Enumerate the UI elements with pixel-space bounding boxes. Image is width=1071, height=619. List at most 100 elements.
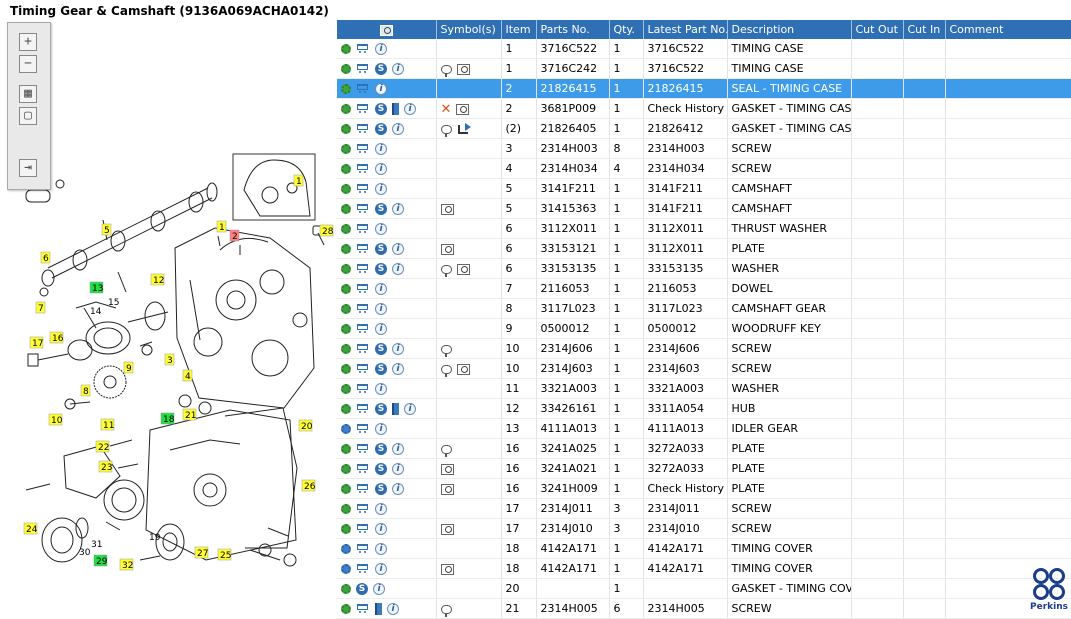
zoom-out-button[interactable]: − (19, 55, 37, 73)
table-row[interactable]: Si (2) 21826405 1 21826412 GASKET - TIMING CA… (337, 118, 1071, 139)
comment-bubble-icon[interactable] (440, 264, 452, 277)
cart-icon[interactable] (356, 544, 370, 554)
gear-icon[interactable] (341, 404, 351, 414)
table-row[interactable]: i 2 21826415 1 21826415 SEAL - TIMING CASE (337, 78, 1071, 99)
comment-bubble-icon[interactable] (440, 124, 452, 137)
table-row[interactable]: i 13 4111A013 1 4111A013 IDLER GEAR (337, 418, 1071, 439)
gear-icon[interactable] (341, 464, 351, 474)
service-s-icon[interactable]: S (375, 103, 387, 115)
gear-icon[interactable] (341, 524, 351, 534)
cart-icon[interactable] (356, 204, 370, 214)
magnifier-icon[interactable] (456, 263, 470, 275)
cart-icon[interactable] (356, 64, 370, 74)
service-s-icon[interactable]: S (375, 443, 387, 455)
cart-icon[interactable] (356, 384, 370, 394)
table-row[interactable]: Si 6 33153135 1 33153135 WASHER (337, 258, 1071, 279)
comment-bubble-icon[interactable] (440, 364, 452, 377)
table-row[interactable]: i 17 2314J011 3 2314J011 SCREW (337, 498, 1071, 519)
comment-bubble-icon[interactable] (440, 64, 452, 77)
zoom-in-button[interactable]: + (19, 33, 37, 51)
comment-bubble-icon[interactable] (440, 604, 452, 617)
gear-icon[interactable] (341, 344, 351, 354)
cart-icon[interactable] (356, 144, 370, 154)
actual-size-button[interactable]: ▢ (19, 107, 37, 125)
table-row[interactable]: i 3 2314H003 8 2314H003 SCREW (337, 138, 1071, 159)
cart-icon[interactable] (356, 564, 370, 574)
info-icon[interactable]: i (392, 483, 404, 495)
info-icon[interactable]: i (375, 163, 387, 175)
cart-icon[interactable] (356, 464, 370, 474)
callout-10[interactable]: 10 (48, 413, 63, 426)
book-icon[interactable] (392, 103, 399, 115)
cart-icon[interactable] (356, 484, 370, 494)
cart-icon[interactable] (356, 604, 370, 614)
fit-view-button[interactable]: ▦ (19, 85, 37, 103)
service-s-icon[interactable]: S (375, 243, 387, 255)
gear-icon[interactable] (341, 144, 351, 154)
cross-icon[interactable]: ✕ (441, 103, 452, 116)
info-icon[interactable]: i (404, 103, 416, 115)
gear-assembly-icon[interactable] (341, 564, 351, 574)
column-header-item[interactable]: Item (501, 20, 537, 39)
cart-icon[interactable] (356, 324, 370, 334)
callout-21[interactable]: 21 (182, 408, 196, 421)
gear-icon[interactable] (341, 264, 351, 274)
cart-icon[interactable] (356, 264, 370, 274)
service-s-icon[interactable]: S (356, 583, 368, 595)
callout-9[interactable]: 9 (123, 361, 134, 374)
column-header-description[interactable]: Description (727, 20, 852, 39)
info-icon[interactable]: i (392, 203, 404, 215)
callout-22[interactable]: 22 (95, 440, 109, 453)
comment-bubble-icon[interactable] (440, 444, 452, 457)
cart-icon[interactable] (356, 184, 370, 194)
table-row[interactable]: i 18 4142A171 1 4142A171 TIMING COVER (337, 558, 1071, 579)
callout-16[interactable]: 16 (49, 331, 64, 344)
info-icon[interactable]: i (375, 283, 387, 295)
magnifier-icon[interactable] (456, 63, 470, 75)
info-icon[interactable]: i (404, 403, 416, 415)
table-row[interactable]: i 18 4142A171 1 4142A171 TIMING COVER (337, 538, 1071, 559)
table-row[interactable]: Si 16 3241A025 1 3272A033 PLATE (337, 438, 1071, 459)
gear-assembly-icon[interactable] (341, 424, 351, 434)
service-s-icon[interactable]: S (375, 363, 387, 375)
table-row[interactable]: i 5 3141F211 1 3141F211 CAMSHAFT (337, 178, 1071, 199)
magnifier-icon[interactable] (379, 24, 393, 36)
info-icon[interactable]: i (392, 463, 404, 475)
book-icon[interactable] (375, 603, 382, 615)
info-icon[interactable]: i (375, 223, 387, 235)
cart-icon[interactable] (356, 424, 370, 434)
cart-icon[interactable] (356, 244, 370, 254)
info-icon[interactable]: i (373, 583, 385, 595)
cart-icon[interactable] (356, 504, 370, 514)
info-icon[interactable]: i (375, 143, 387, 155)
gear-icon[interactable] (341, 284, 351, 294)
cart-icon[interactable] (356, 344, 370, 354)
gear-icon[interactable] (341, 64, 351, 74)
table-row[interactable]: Si 1 3716C242 1 3716C522 TIMING CASE (337, 58, 1071, 79)
callout-30[interactable]: 30 (79, 548, 91, 558)
gear-icon[interactable] (341, 324, 351, 334)
info-icon[interactable]: i (375, 83, 387, 95)
book-icon[interactable] (392, 403, 399, 415)
service-s-icon[interactable]: S (375, 203, 387, 215)
column-header-cut-in[interactable]: Cut In (903, 20, 946, 39)
cart-icon[interactable] (356, 84, 370, 94)
column-header-cut-out[interactable]: Cut Out (851, 20, 904, 39)
info-icon[interactable]: i (375, 423, 387, 435)
info-icon[interactable]: i (392, 243, 404, 255)
cart-icon[interactable] (356, 404, 370, 414)
callout-2[interactable]: 2 (229, 229, 240, 242)
table-row[interactable]: Si ✕ 2 3681P009 1 Check History GASKET - TIMIN… (337, 98, 1071, 119)
callout-24[interactable]: 24 (23, 522, 38, 535)
gear-icon[interactable] (341, 604, 351, 614)
callout-26[interactable]: 26 (301, 479, 316, 492)
callout-13[interactable]: 13 (89, 281, 103, 294)
gear-icon[interactable] (341, 84, 351, 94)
cart-icon[interactable] (356, 224, 370, 234)
table-row[interactable]: i 8 3117L023 1 3117L023 CAMSHAFT GEAR (337, 298, 1071, 319)
table-row[interactable]: i 7 2116053 1 2116053 DOWEL (337, 278, 1071, 299)
info-icon[interactable]: i (375, 323, 387, 335)
cart-icon[interactable] (356, 44, 370, 54)
info-icon[interactable]: i (392, 443, 404, 455)
cart-icon[interactable] (356, 124, 370, 134)
